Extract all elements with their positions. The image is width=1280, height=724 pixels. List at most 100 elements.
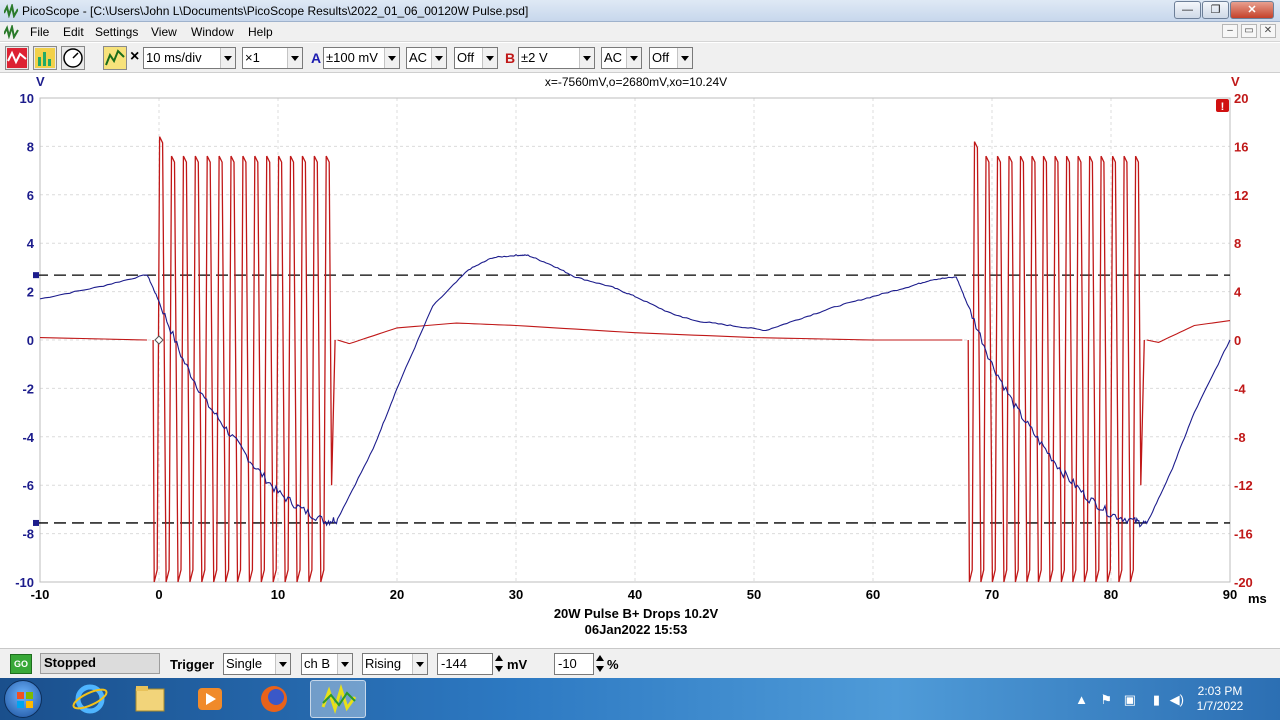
menu-help[interactable]: Help bbox=[248, 25, 273, 39]
chevron-down-icon bbox=[412, 654, 427, 674]
close-button[interactable]: ✕ bbox=[1230, 1, 1274, 19]
trigger-source-select[interactable]: ch B bbox=[301, 653, 353, 675]
minimize-button[interactable]: — bbox=[1174, 1, 1201, 19]
menu-edit[interactable]: Edit bbox=[63, 25, 84, 39]
folder-icon bbox=[135, 686, 165, 712]
clock-time: 2:03 PM bbox=[1197, 684, 1243, 698]
zoom-select[interactable]: ×1 bbox=[242, 47, 303, 69]
left-axis-unit: V bbox=[36, 74, 45, 89]
channel-b-filter: Off bbox=[652, 50, 670, 65]
pretrigger-input[interactable]: -10 bbox=[554, 653, 594, 675]
gauge-icon bbox=[63, 48, 83, 68]
mdi-minimize-button[interactable]: – bbox=[1222, 24, 1238, 38]
menu-window[interactable]: Window bbox=[191, 25, 234, 39]
channel-b-filter-select[interactable]: Off bbox=[649, 47, 693, 69]
picoscope-taskbar-button[interactable] bbox=[310, 680, 366, 718]
media-player-taskbar-button[interactable] bbox=[182, 680, 238, 718]
x-tick-label: 30 bbox=[509, 587, 523, 602]
start-button[interactable] bbox=[4, 680, 42, 718]
toolbar: × 10 ms/div ×1 A ±100 mV AC Off B ±2 V A… bbox=[0, 43, 1280, 73]
picoscope-icon bbox=[321, 683, 357, 714]
right-tick-label: 0 bbox=[1234, 333, 1241, 348]
chevron-down-icon bbox=[482, 48, 497, 68]
device-icon[interactable]: ▣ bbox=[1124, 692, 1136, 708]
media-player-icon bbox=[198, 688, 222, 710]
meter-mode-button[interactable] bbox=[61, 46, 85, 70]
channel-a-filter-select[interactable]: Off bbox=[454, 47, 498, 69]
taskbar-clock[interactable]: 2:03 PM 1/7/2022 bbox=[1190, 684, 1250, 714]
left-tick-label: -10 bbox=[15, 575, 34, 590]
channel-a-range-select[interactable]: ±100 mV bbox=[323, 47, 400, 69]
document-icon[interactable] bbox=[4, 25, 20, 39]
taskbar: ▲ ⚑ ▣ ▮ ◀) 2:03 PM 1/7/2022 bbox=[0, 678, 1280, 720]
left-tick-label: 2 bbox=[27, 285, 34, 300]
network-signal-icon[interactable]: ▮ bbox=[1153, 692, 1160, 708]
scope-view[interactable]: x=-7560mV,o=2680mV,xo=10.24V V V ms 20W … bbox=[0, 74, 1280, 648]
right-tick-label: 4 bbox=[1234, 285, 1242, 300]
channel-b-range-select[interactable]: ±2 V bbox=[518, 47, 595, 69]
firefox-icon bbox=[261, 686, 287, 712]
capture-datetime: 06Jan2022 15:53 bbox=[585, 622, 688, 637]
right-tick-label: 20 bbox=[1234, 91, 1248, 106]
maximize-button[interactable]: ❐ bbox=[1202, 1, 1229, 19]
right-tick-label: -20 bbox=[1234, 575, 1253, 590]
multiply-sign: × bbox=[130, 48, 140, 65]
right-tick-label: -8 bbox=[1234, 430, 1246, 445]
trigger-edge-select[interactable]: Rising bbox=[362, 653, 428, 675]
windows-logo-icon bbox=[17, 692, 33, 708]
scope-mode-icon bbox=[7, 48, 27, 68]
capture-caption: 20W Pulse B+ Drops 10.2V bbox=[554, 606, 719, 621]
left-tick-label: 0 bbox=[27, 333, 34, 348]
right-tick-label: -4 bbox=[1234, 381, 1246, 396]
chevron-down-icon bbox=[431, 48, 446, 68]
channel-b-label: B bbox=[505, 50, 516, 66]
menu-bar: File Edit Settings View Window Help – ▭ … bbox=[0, 22, 1280, 42]
scope-mode-button[interactable] bbox=[5, 46, 29, 70]
firefox-taskbar-button[interactable] bbox=[246, 680, 302, 718]
chevron-down-icon bbox=[579, 48, 594, 68]
start-stop-button[interactable]: GO bbox=[10, 654, 32, 674]
spectrum-mode-button[interactable] bbox=[33, 46, 57, 70]
x-tick-label: 70 bbox=[985, 587, 999, 602]
trigger-threshold-input[interactable]: -144 bbox=[437, 653, 493, 675]
channel-b-coupling-select[interactable]: AC bbox=[601, 47, 642, 69]
spectrum-mode-icon bbox=[35, 48, 55, 68]
trigger-mode-select[interactable]: Single bbox=[223, 653, 291, 675]
x-tick-label: 10 bbox=[271, 587, 285, 602]
channel-a-coupling: AC bbox=[409, 50, 428, 65]
channel-b-baseline bbox=[1146, 320, 1231, 343]
action-center-flag-icon[interactable]: ⚑ bbox=[1100, 692, 1112, 708]
auto-setup-button[interactable] bbox=[103, 46, 127, 70]
channel-b-burst-2 bbox=[967, 141, 1145, 583]
menu-view[interactable]: View bbox=[151, 25, 177, 39]
channel-a-filter: Off bbox=[457, 50, 475, 65]
x-tick-label: 50 bbox=[747, 587, 761, 602]
right-tick-label: 12 bbox=[1234, 188, 1248, 203]
chevron-down-icon bbox=[626, 48, 641, 68]
mdi-restore-button[interactable]: ▭ bbox=[1241, 24, 1257, 38]
channel-a-coupling-select[interactable]: AC bbox=[406, 47, 447, 69]
internet-explorer-icon bbox=[72, 684, 108, 714]
channel-a-range: ±100 mV bbox=[326, 50, 378, 65]
menu-settings[interactable]: Settings bbox=[95, 25, 138, 39]
left-tick-label: -6 bbox=[22, 478, 34, 493]
window-title-bar[interactable]: PicoScope - [C:\Users\John L\Documents\P… bbox=[0, 0, 1280, 22]
window-title: PicoScope - [C:\Users\John L\Documents\P… bbox=[22, 4, 529, 18]
measurement-readout: x=-7560mV,o=2680mV,xo=10.24V bbox=[545, 75, 727, 89]
right-tick-label: -12 bbox=[1234, 478, 1253, 493]
left-tick-label: 4 bbox=[27, 236, 35, 251]
internet-explorer-taskbar-button[interactable] bbox=[62, 680, 118, 718]
left-tick-label: -8 bbox=[22, 527, 34, 542]
volume-icon[interactable]: ◀) bbox=[1170, 692, 1184, 708]
menu-file[interactable]: File bbox=[30, 25, 49, 39]
trigger-source: ch B bbox=[304, 656, 331, 671]
threshold-spinner[interactable] bbox=[494, 653, 505, 675]
trigger-label: Trigger bbox=[170, 657, 215, 672]
timebase-select[interactable]: 10 ms/div bbox=[143, 47, 236, 69]
show-hidden-icons-button[interactable]: ▲ bbox=[1075, 692, 1088, 707]
file-explorer-taskbar-button[interactable] bbox=[122, 680, 178, 718]
pretrigger-spinner[interactable] bbox=[595, 653, 606, 675]
overrange-warning-icon[interactable]: ! bbox=[1216, 99, 1229, 113]
mdi-close-button[interactable]: ✕ bbox=[1260, 24, 1276, 38]
chevron-down-icon bbox=[337, 654, 352, 674]
